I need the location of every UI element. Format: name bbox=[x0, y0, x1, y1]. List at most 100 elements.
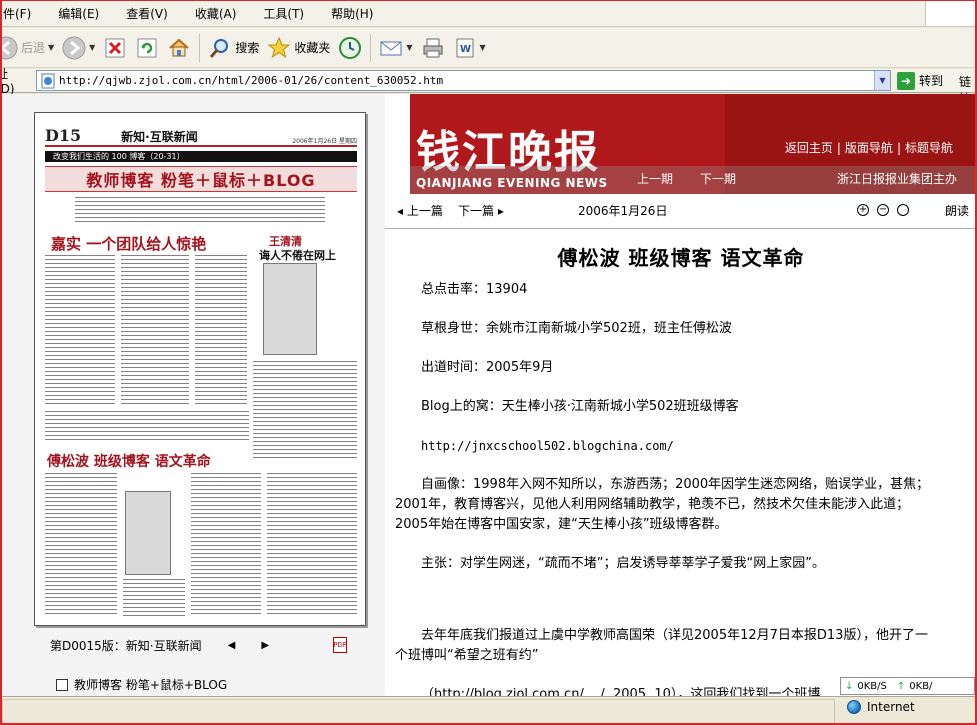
menu-help[interactable]: 帮助(H) bbox=[326, 5, 379, 22]
security-zone: Internet bbox=[847, 700, 915, 714]
header-nav: 返回主页 | 版面导航 | 标题导航 bbox=[784, 141, 953, 155]
teacher-photo bbox=[263, 263, 317, 355]
column-text bbox=[253, 361, 357, 461]
subheadline-3: 傅松波 班级博客 语文革命 bbox=[47, 454, 211, 470]
history-button[interactable] bbox=[334, 31, 366, 65]
article-paragraph: 总点击率：13904 bbox=[421, 282, 528, 297]
svg-text:W: W bbox=[460, 44, 471, 55]
mail-button[interactable]: ▼ bbox=[375, 31, 416, 65]
nav-title-nav[interactable]: 标题导航 bbox=[905, 141, 953, 155]
back-button[interactable]: 后退 ▼ bbox=[2, 31, 58, 65]
menu-bar: 件(F) 编辑(E) 查看(V) 收藏(A) 工具(T) 帮助(H) bbox=[2, 1, 975, 27]
next-article-link[interactable]: 下一篇 ▸ bbox=[458, 202, 504, 219]
next-page-icon[interactable]: ▶ bbox=[261, 640, 269, 651]
column-text bbox=[267, 473, 357, 617]
go-button[interactable]: ➜ 转到 bbox=[897, 70, 943, 91]
address-url: http://qjwb.zjol.com.cn/html/2006-01/26/… bbox=[59, 74, 444, 87]
favorites-label: 收藏夹 bbox=[294, 41, 331, 55]
newspaper-pane: D15 新知·互联新闻 2006年1月26日 星期四 改变我们生活的 100 博… bbox=[2, 94, 385, 696]
nav-home[interactable]: 返回主页 bbox=[785, 141, 833, 155]
intro-text-block bbox=[75, 197, 325, 225]
article-paragraph: 自画像：1998年入网不知所以，东游西荡；2000年因学生迷恋网络，贻误学业，甚… bbox=[395, 477, 930, 532]
divider bbox=[385, 228, 975, 229]
article-paragraph: 草根身世：余姚市江南新城小学502班，班主任傅松波 bbox=[421, 321, 732, 336]
go-label: 转到 bbox=[919, 74, 944, 88]
download-arrow-icon: ↓ bbox=[845, 680, 854, 692]
print-button[interactable] bbox=[417, 31, 449, 65]
address-dropdown-icon[interactable]: ▼ bbox=[874, 71, 890, 90]
nav-page-nav[interactable]: 版面导航 bbox=[845, 141, 893, 155]
edit-dropdown-icon[interactable]: ▼ bbox=[480, 43, 486, 52]
article-list-item[interactable]: 教师博客 粉笔+鼠标+BLOG bbox=[56, 676, 227, 693]
menu-tools[interactable]: 工具(T) bbox=[258, 5, 310, 22]
home-icon bbox=[167, 36, 191, 60]
mail-icon bbox=[379, 36, 403, 60]
article-pane: 钱江晚报 QIANJIANG EVENING NEWS 返回主页 | 版面导航 | 标题… bbox=[385, 94, 975, 696]
history-icon bbox=[338, 36, 362, 60]
newspaper-page: D15 新知·互联新闻 2006年1月26日 星期四 改变我们生活的 100 博… bbox=[45, 121, 357, 619]
zone-label: Internet bbox=[867, 700, 915, 714]
page-code: D15 bbox=[45, 126, 82, 145]
toolbar-separator bbox=[199, 33, 201, 62]
back-label: 后退 bbox=[21, 41, 46, 55]
newspaper-page-image[interactable]: D15 新知·互联新闻 2006年1月26日 星期四 改变我们生活的 100 博… bbox=[34, 112, 366, 626]
read-aloud-button[interactable]: 朗读 bbox=[945, 202, 969, 219]
edit-word-button[interactable]: W ▼ bbox=[449, 31, 490, 65]
search-label: 搜索 bbox=[235, 41, 260, 55]
prev-page-icon[interactable]: ◀ bbox=[228, 640, 236, 651]
pdf-icon[interactable]: PDF bbox=[333, 637, 347, 653]
page-icon bbox=[39, 72, 57, 90]
back-dropdown-icon[interactable]: ▼ bbox=[48, 43, 54, 52]
article-checkbox[interactable] bbox=[56, 678, 68, 691]
column-text bbox=[191, 473, 261, 617]
address-input[interactable]: http://qjwb.zjol.com.cn/html/2006-01/26/… bbox=[36, 70, 891, 91]
download-speed: 0KB/S bbox=[857, 680, 887, 692]
article-nav: ◂ 上一篇 下一篇 ▸ 2006年1月26日 + − 朗读 bbox=[395, 202, 975, 220]
article-title: 傅松波 班级博客 语文革命 bbox=[557, 246, 805, 270]
menu-view[interactable]: 查看(V) bbox=[121, 5, 174, 22]
zoom-out-icon[interactable]: − bbox=[877, 204, 889, 216]
article-paragraph: 主张：对学生网迷，“疏而不堵”；启发诱导莘莘学子爱我“网上家园”。 bbox=[421, 556, 825, 571]
word-icon: W bbox=[453, 36, 477, 60]
go-arrow-icon: ➜ bbox=[897, 71, 915, 90]
article-paragraph: Blog上的窝：天生棒小孩·江南新城小学502班班级博客 bbox=[421, 399, 739, 414]
article-paragraph: 去年年底我们报道过上虞中学教师高国荣（详见2005年12月7日本报D13版），他… bbox=[395, 628, 928, 663]
forward-arrow-icon bbox=[62, 36, 86, 60]
globe-icon bbox=[847, 700, 861, 714]
address-label: 址(D) bbox=[0, 67, 15, 96]
newspaper-date: 2006年1月26日 星期四 bbox=[292, 138, 357, 145]
forward-button[interactable]: ▼ bbox=[58, 31, 99, 65]
column-text bbox=[45, 255, 115, 405]
forward-dropdown-icon[interactable]: ▼ bbox=[89, 43, 95, 52]
publisher-name: 浙江日报报业集团主办 bbox=[836, 172, 957, 186]
menu-edit[interactable]: 编辑(E) bbox=[53, 5, 105, 22]
back-arrow-icon bbox=[2, 36, 18, 60]
stop-button[interactable] bbox=[99, 31, 131, 65]
zoom-reset-icon[interactable] bbox=[897, 204, 909, 216]
mail-dropdown-icon[interactable]: ▼ bbox=[406, 43, 412, 52]
toolbar-separator bbox=[370, 33, 372, 62]
prev-issue-link[interactable]: 上一期 bbox=[637, 170, 673, 187]
status-bar: ↓ 0KB/S ↑ 0KB/ Internet bbox=[2, 677, 975, 723]
prev-article-link[interactable]: ◂ 上一篇 bbox=[397, 202, 443, 219]
search-button[interactable]: 搜索 bbox=[204, 31, 263, 65]
blog-url[interactable]: http://jnxcschool502.blogchina.com/ bbox=[395, 436, 935, 456]
home-button[interactable] bbox=[163, 31, 195, 65]
zoom-in-icon[interactable]: + bbox=[857, 204, 869, 216]
menu-favorites[interactable]: 收藏(A) bbox=[190, 5, 243, 22]
favorites-button[interactable]: 收藏夹 bbox=[263, 31, 334, 65]
column-text bbox=[123, 579, 185, 617]
newspaper-section: 新知·互联新闻 bbox=[121, 130, 198, 144]
windows-logo bbox=[925, 1, 975, 26]
menu-file[interactable]: 件(F) bbox=[2, 5, 37, 22]
search-icon bbox=[208, 36, 232, 60]
newspaper-header: D15 新知·互联新闻 2006年1月26日 星期四 bbox=[45, 121, 357, 147]
address-bar: 址(D) http://qjwb.zjol.com.cn/html/2006-0… bbox=[2, 67, 975, 106]
refresh-button[interactable] bbox=[131, 31, 163, 65]
stop-icon bbox=[103, 36, 127, 60]
subheadline-2b: 诲人不倦在网上 bbox=[259, 249, 336, 262]
article-date: 2006年1月26日 bbox=[578, 204, 668, 218]
next-issue-link[interactable]: 下一期 bbox=[700, 170, 736, 187]
article-photo bbox=[125, 491, 171, 575]
subheadline-1: 嘉实 一个团队给人惊艳 bbox=[51, 235, 207, 253]
